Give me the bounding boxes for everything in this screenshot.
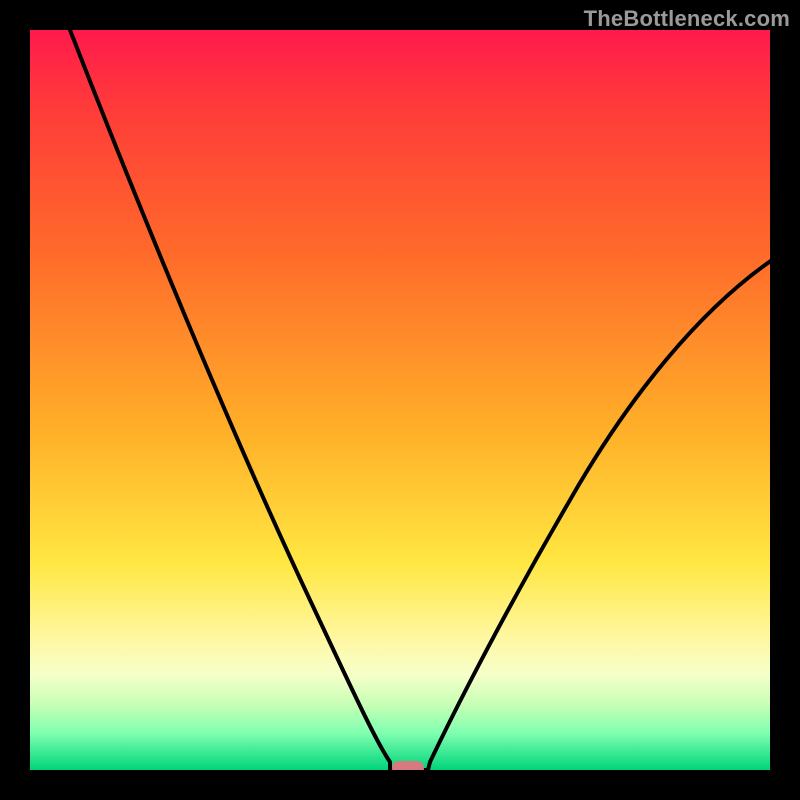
watermark-text: TheBottleneck.com: [584, 6, 790, 32]
chart-frame: TheBottleneck.com: [0, 0, 800, 800]
optimal-marker: [392, 761, 424, 770]
plot-area: [30, 30, 770, 770]
bottleneck-curve-path: [70, 30, 770, 770]
bottleneck-curve-svg: [30, 30, 770, 770]
